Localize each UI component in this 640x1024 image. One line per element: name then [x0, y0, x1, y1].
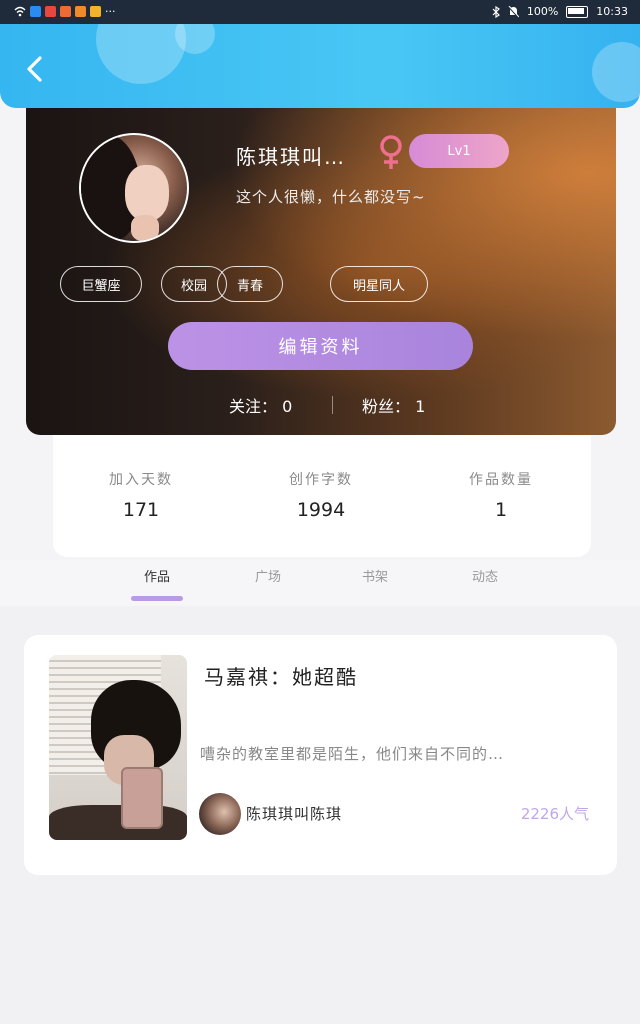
username: 陈琪琪叫… — [236, 145, 346, 169]
tag-item[interactable]: 巨蟹座 — [60, 266, 142, 302]
clock: 10:33 — [596, 5, 628, 18]
app-notification-icon — [90, 6, 101, 17]
edit-profile-button[interactable]: 编辑资料 — [168, 322, 473, 370]
cover-figure-body — [49, 805, 187, 840]
avatar[interactable] — [79, 133, 189, 243]
stat-value: 171 — [122, 499, 160, 521]
status-right: 100% 10:33 — [492, 5, 628, 18]
author-avatar[interactable] — [199, 793, 241, 835]
stat-label: 加入天数 — [109, 472, 173, 488]
tag-item[interactable]: 明星同人 — [330, 266, 428, 302]
tab-activity[interactable]: 动态 — [455, 566, 515, 585]
author-name[interactable]: 陈琪琪叫陈琪 — [246, 803, 342, 824]
work-summary: 嘈杂的教室里都是陌生，他们来自不同的… — [200, 745, 505, 763]
followers-link[interactable]: 粉丝： 1 — [362, 393, 425, 417]
stat-value: 1994 — [296, 499, 346, 521]
stat-label: 作品数量 — [469, 472, 533, 488]
stat-value: 1 — [494, 499, 508, 521]
cover-phone — [121, 767, 163, 829]
work-title[interactable]: 马嘉祺：她超酷 — [204, 661, 358, 690]
popularity-count: 2226人气 — [520, 805, 589, 823]
status-left: ··· — [14, 5, 116, 18]
work-cover-image[interactable] — [49, 655, 187, 840]
follow-stats: 关注： 0 粉丝： 1 — [26, 393, 616, 417]
stat-word-count: 创作字数 1994 — [251, 469, 391, 521]
stat-join-days: 加入天数 171 — [71, 469, 211, 521]
app-notification-icon — [75, 6, 86, 17]
divider — [332, 396, 333, 414]
battery-percent: 100% — [526, 5, 559, 18]
tab-square[interactable]: 广场 — [238, 566, 298, 585]
bio: 这个人很懒，什么都没写~ — [236, 188, 426, 206]
following-link[interactable]: 关注： 0 — [229, 393, 292, 417]
profile-card: 陈琪琪叫… Lv1 这个人很懒，什么都没写~ 巨蟹座 校园 青春 明星同人 编辑… — [26, 108, 616, 435]
work-card[interactable]: 马嘉祺：她超酷 嘈杂的教室里都是陌生，他们来自不同的… 陈琪琪叫陈琪 2226人… — [24, 635, 617, 875]
back-button[interactable] — [20, 54, 50, 84]
mute-icon — [507, 5, 519, 18]
tab-works[interactable]: 作品 — [127, 566, 187, 585]
avatar-hand — [131, 215, 159, 241]
stat-works-count: 作品数量 1 — [431, 469, 571, 521]
tab-bar: 作品 广场 书架 动态 — [0, 560, 640, 606]
battery-icon — [566, 5, 589, 18]
decorative-bubble — [96, 24, 186, 84]
active-tab-indicator — [131, 596, 183, 601]
top-header — [0, 24, 640, 108]
more-notifications: ··· — [105, 5, 116, 18]
followers-count: 1 — [415, 397, 426, 416]
back-arrow-icon — [27, 56, 42, 82]
stat-label: 创作字数 — [289, 472, 353, 488]
avatar-face — [125, 165, 169, 221]
bluetooth-icon — [492, 5, 500, 18]
app-notification-icon — [30, 6, 41, 17]
app-notification-icon — [45, 6, 56, 17]
tag-item[interactable]: 青春 — [217, 266, 283, 302]
level-badge: Lv1 — [409, 134, 509, 168]
app-notification-icon — [60, 6, 71, 17]
stats-panel: 加入天数 171 创作字数 1994 作品数量 1 — [53, 435, 591, 557]
tab-bookshelf[interactable]: 书架 — [345, 566, 405, 585]
following-count: 0 — [282, 397, 293, 416]
following-label: 关注： — [229, 397, 278, 416]
decorative-bubble — [592, 42, 640, 102]
female-gender-icon — [380, 135, 402, 169]
wifi-icon — [14, 6, 26, 17]
followers-label: 粉丝： — [362, 397, 411, 416]
status-bar: ··· 100% 10:33 — [0, 0, 640, 24]
